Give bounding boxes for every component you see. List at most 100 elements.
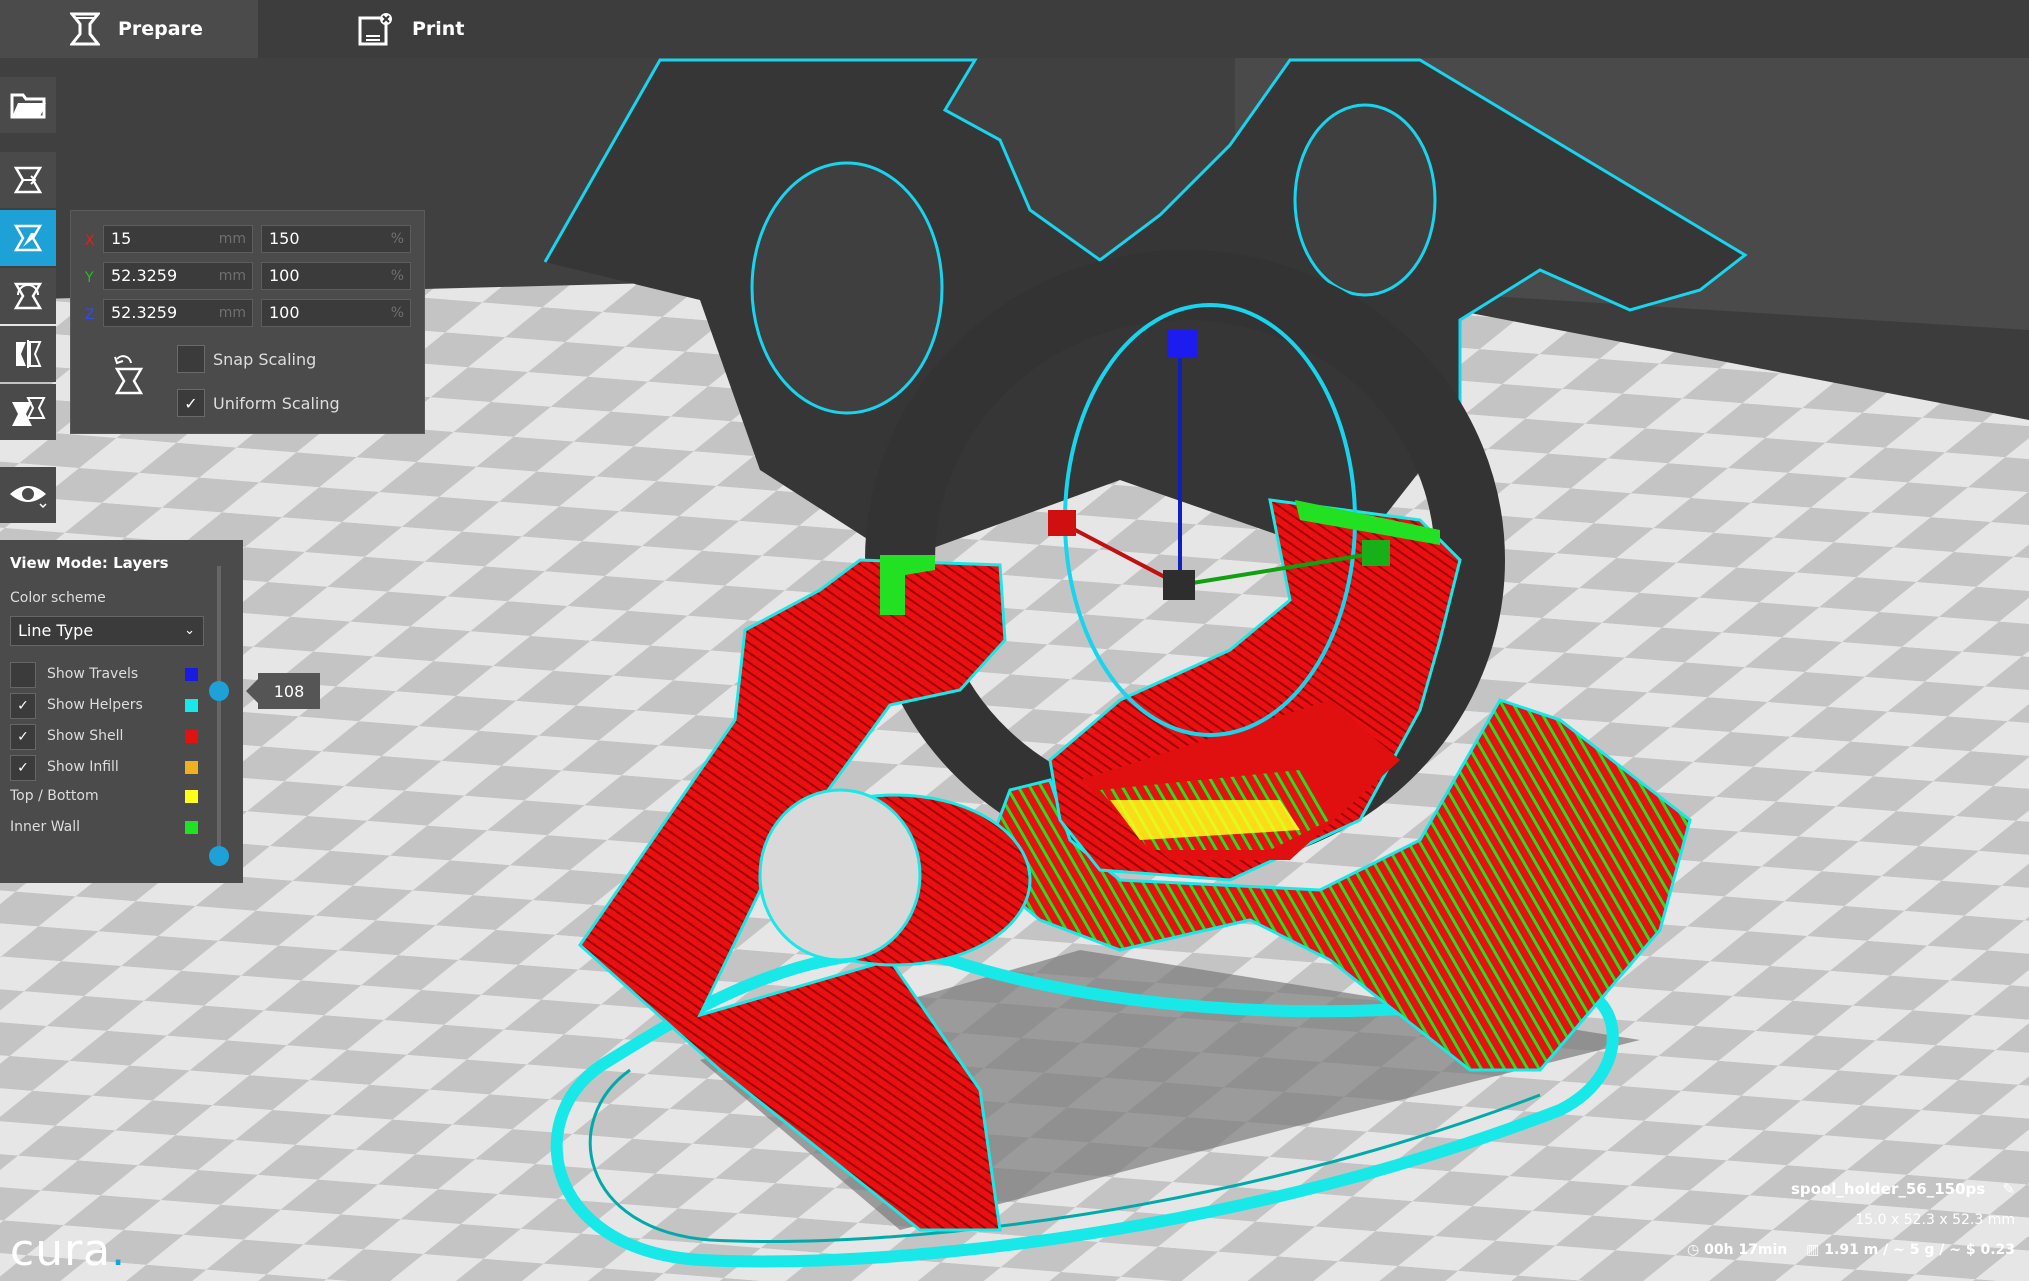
show-travels-row[interactable]: Show Travels — [10, 662, 200, 688]
color-scheme-value: Line Type — [18, 621, 94, 640]
show-helpers-checkbox[interactable]: ✓ — [10, 693, 36, 719]
show-shell-row[interactable]: ✓ Show Shell — [10, 724, 200, 750]
show-helpers-row[interactable]: ✓ Show Helpers — [10, 693, 200, 719]
gizmo-center[interactable] — [1163, 570, 1195, 600]
current-layer-input[interactable]: 108 — [246, 673, 320, 709]
print-estimate-row: ◷ 00h 17min ▥ 1.91 m / ~ 5 g / ~ $ 0.23 — [1687, 1242, 2015, 1258]
x-mm-value: 15 — [111, 229, 132, 248]
model-dimensions: 15.0 x 52.3 x 52.3 mm — [1855, 1212, 2015, 1228]
scale-panel: X 15 mm 150% Y 52.3259 mm 100% Z 52.3259 mm… — [70, 210, 425, 434]
color-scheme-label: Color scheme — [10, 590, 106, 606]
scale-icon — [13, 224, 43, 252]
uniform-scaling-checkbox[interactable]: ✓ — [177, 389, 205, 417]
tab-print-label: Print — [412, 18, 465, 40]
tab-prepare[interactable]: Prepare — [0, 0, 258, 58]
x-pct-input[interactable]: 150% — [261, 225, 411, 253]
settings-icon — [12, 397, 46, 426]
current-layer-value: 108 — [273, 681, 305, 701]
y-pct-value: 100 — [269, 266, 300, 285]
move-icon — [13, 166, 43, 194]
chevron-down-icon: ⌄ — [184, 623, 195, 638]
inner-wall-color-swatch — [185, 821, 198, 834]
per-model-settings-button[interactable] — [0, 384, 56, 440]
gizmo-y-handle[interactable] — [1362, 540, 1390, 566]
logo-text: cura — [10, 1225, 112, 1276]
snap-scaling-checkbox[interactable] — [177, 345, 205, 373]
x-mm-unit: mm — [218, 231, 246, 247]
build-plate-viewport[interactable] — [0, 0, 2029, 1281]
color-scheme-select[interactable]: Line Type ⌄ — [10, 616, 204, 646]
top-bar: Prepare Print — [0, 0, 2029, 58]
rotate-tool-button[interactable] — [0, 268, 56, 324]
check-mark-icon: ✓ — [17, 760, 29, 776]
show-infill-checkbox[interactable]: ✓ — [10, 755, 36, 781]
z-pct-value: 100 — [269, 303, 300, 322]
z-axis-label: Z — [85, 307, 95, 323]
view-mode-panel: View Mode: Layers Color scheme Line Type… — [0, 540, 243, 883]
cura-logo: cura. — [10, 1225, 126, 1276]
z-mm-value: 52.3259 — [111, 303, 178, 322]
show-infill-row[interactable]: ✓ Show Infill — [10, 755, 200, 781]
show-helpers-label: Show Helpers — [47, 697, 143, 713]
layer-slider-track[interactable] — [217, 566, 221, 858]
mirror-tool-button[interactable] — [0, 326, 56, 382]
inner-wall-row: Inner Wall — [10, 815, 200, 839]
prepare-icon — [70, 12, 100, 46]
open-file-button[interactable] — [0, 77, 56, 133]
show-travels-checkbox[interactable] — [10, 662, 36, 688]
check-mark-icon: ✓ — [17, 729, 29, 745]
pencil-icon[interactable]: ✎ — [2002, 1180, 2015, 1198]
uniform-scaling-label: Uniform Scaling — [213, 394, 340, 413]
layer-slider-top-handle[interactable] — [209, 681, 229, 701]
y-pct-input[interactable]: 100% — [261, 262, 411, 290]
gizmo-x-handle[interactable] — [1048, 510, 1076, 536]
x-axis-label: X — [85, 233, 95, 249]
show-travels-label: Show Travels — [47, 666, 139, 682]
z-mm-unit: mm — [218, 305, 246, 321]
top-bottom-color-swatch — [185, 790, 198, 803]
infill-color-swatch — [185, 761, 198, 774]
x-pct-unit: % — [390, 231, 404, 247]
z-mm-input[interactable]: 52.3259 mm — [103, 299, 253, 327]
helpers-color-swatch — [185, 699, 198, 712]
material-estimate: 1.91 m / ~ 5 g / ~ $ 0.23 — [1824, 1242, 2015, 1258]
print-icon — [358, 13, 392, 46]
folder-icon — [10, 93, 46, 119]
mirror-icon — [16, 340, 42, 368]
view-mode-button[interactable] — [0, 467, 56, 523]
top-bottom-row: Top / Bottom — [10, 784, 200, 808]
y-pct-unit: % — [390, 268, 404, 284]
shell-color-swatch — [185, 730, 198, 743]
x-pct-value: 150 — [269, 229, 300, 248]
tab-prepare-label: Prepare — [118, 18, 203, 40]
reset-scale-button[interactable] — [111, 355, 147, 395]
show-shell-label: Show Shell — [47, 728, 124, 744]
snap-scaling-label: Snap Scaling — [213, 350, 317, 369]
view-mode-title: View Mode: Layers — [10, 554, 169, 572]
y-axis-label: Y — [85, 270, 94, 286]
translate-tool-button[interactable] — [0, 152, 56, 208]
z-pct-unit: % — [390, 305, 404, 321]
file-name-row: spool_holder_56_150ps ✎ — [1791, 1180, 2015, 1198]
top-bottom-label: Top / Bottom — [10, 788, 99, 804]
show-shell-checkbox[interactable]: ✓ — [10, 724, 36, 750]
clock-icon: ◷ — [1687, 1242, 1700, 1258]
show-infill-label: Show Infill — [47, 759, 119, 775]
z-pct-input[interactable]: 100% — [261, 299, 411, 327]
file-name: spool_holder_56_150ps — [1790, 1180, 1986, 1198]
x-mm-input[interactable]: 15 mm — [103, 225, 253, 253]
travels-color-swatch — [185, 668, 198, 681]
filament-icon: ▥ — [1806, 1242, 1820, 1258]
scale-tool-button[interactable] — [0, 210, 56, 266]
y-mm-input[interactable]: 52.3259 mm — [103, 262, 253, 290]
y-mm-unit: mm — [218, 268, 246, 284]
eye-icon — [10, 486, 47, 509]
gizmo-z-handle[interactable] — [1167, 330, 1197, 358]
check-mark-icon: ✓ — [17, 698, 29, 714]
tab-print[interactable]: Print — [350, 0, 530, 58]
y-mm-value: 52.3259 — [111, 266, 178, 285]
inner-wall-label: Inner Wall — [10, 819, 80, 835]
logo-dot: . — [111, 1225, 127, 1276]
layer-slider-bottom-handle[interactable] — [209, 846, 229, 866]
print-time: 00h 17min — [1704, 1242, 1788, 1258]
